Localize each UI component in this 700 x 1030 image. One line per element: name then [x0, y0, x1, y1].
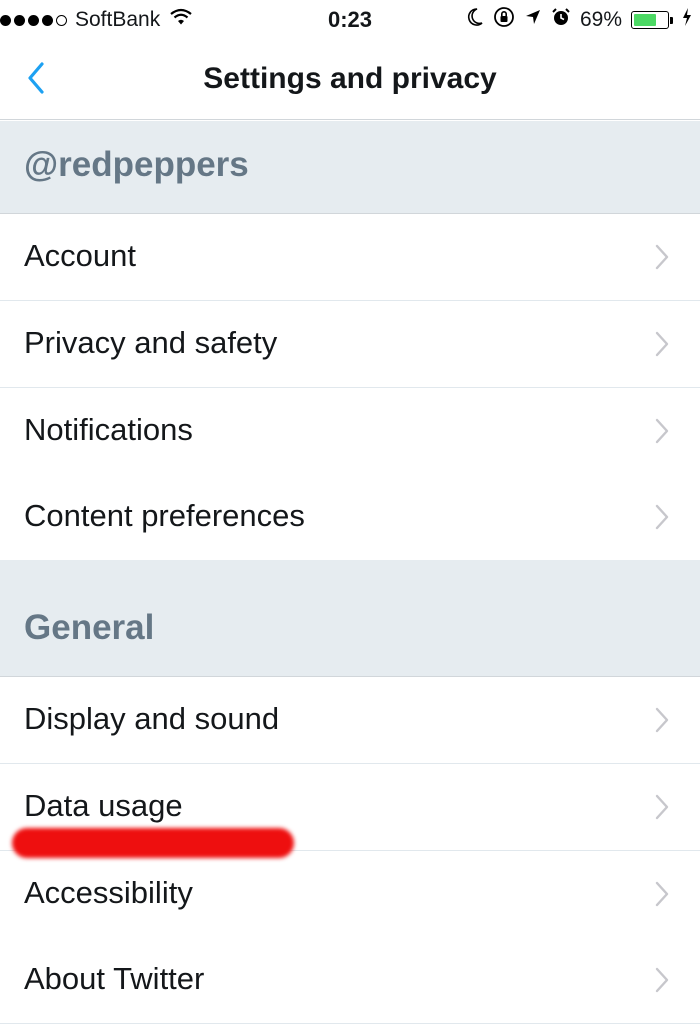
- section-header-general: General: [0, 560, 700, 677]
- settings-item-label: Content preferences: [24, 498, 305, 533]
- status-bar: SoftBank 0:23 69%: [0, 0, 700, 40]
- chevron-right-icon: [655, 504, 669, 530]
- location-icon: [524, 8, 542, 32]
- chevron-right-icon: [655, 244, 669, 270]
- chevron-right-icon: [655, 794, 669, 820]
- chevron-right-icon: [655, 881, 669, 907]
- settings-item-accessibility[interactable]: Accessibility: [0, 851, 700, 938]
- section-header-label: @redpeppers: [24, 145, 249, 184]
- chevron-right-icon: [655, 707, 669, 733]
- settings-item-content-preferences[interactable]: Content preferences: [0, 474, 700, 561]
- page-title: Settings and privacy: [203, 62, 497, 95]
- chevron-right-icon: [655, 418, 669, 444]
- navigation-bar: Settings and privacy: [0, 40, 700, 120]
- red-highlight-mark: [12, 828, 294, 858]
- chevron-right-icon: [655, 967, 669, 993]
- battery-icon: [631, 11, 673, 29]
- orientation-lock-icon: [493, 6, 515, 34]
- alarm-icon: [551, 7, 571, 33]
- status-right: 69%: [466, 6, 692, 34]
- settings-item-label: Accessibility: [24, 875, 193, 910]
- settings-item-label: Account: [24, 238, 137, 273]
- moon-icon: [466, 7, 484, 33]
- settings-item-label: Notifications: [24, 412, 193, 447]
- settings-item-label: Display and sound: [24, 701, 280, 736]
- battery-percent: 69%: [579, 8, 622, 31]
- settings-item-label: Privacy and safety: [24, 325, 278, 360]
- chevron-right-icon: [655, 331, 669, 357]
- charging-icon: [682, 8, 692, 32]
- settings-item-privacy-and-safety[interactable]: Privacy and safety: [0, 301, 700, 388]
- settings-item-label: About Twitter: [24, 961, 205, 996]
- settings-item-account[interactable]: Account: [0, 214, 700, 301]
- settings-item-notifications[interactable]: Notifications: [0, 388, 700, 475]
- settings-item-label: Data usage: [24, 788, 183, 823]
- section-header-account: @redpeppers: [0, 121, 700, 214]
- settings-item-about-twitter[interactable]: About Twitter: [0, 937, 700, 1024]
- settings-item-display-and-sound[interactable]: Display and sound: [0, 677, 700, 764]
- section-header-label: General: [24, 608, 155, 647]
- battery-level-fill: [634, 14, 657, 26]
